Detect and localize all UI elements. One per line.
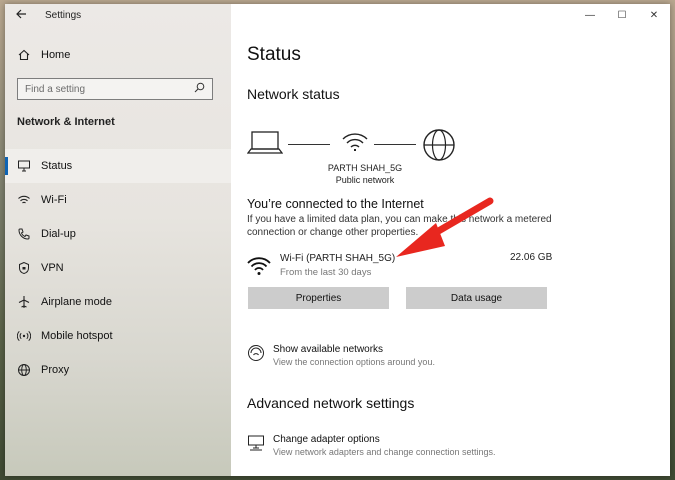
back-button[interactable]: [15, 8, 31, 22]
sidebar-item-vpn[interactable]: VPN: [5, 251, 231, 285]
sidebar-item-label: VPN: [41, 262, 64, 274]
network-type: Public network: [335, 175, 395, 185]
show-networks-title: Show available networks: [273, 344, 384, 355]
sidebar-item-mobile-hotspot[interactable]: Mobile hotspot: [5, 319, 231, 353]
properties-button[interactable]: Properties: [248, 287, 389, 309]
section-label: Network & Internet: [17, 116, 115, 128]
settings-window: Settings Home Find a setting Network & I…: [5, 4, 670, 476]
sidebar: Settings Home Find a setting Network & I…: [5, 4, 231, 476]
change-adapter-link[interactable]: Change adapter options View network adap…: [247, 434, 495, 457]
back-arrow-icon: [16, 9, 26, 19]
connection-row: Wi-Fi (PARTH SHAH_5G) From the last 30 d…: [247, 253, 547, 283]
title-bar: Settings: [5, 4, 231, 28]
close-button[interactable]: ✕: [638, 4, 670, 26]
network-label: PARTH SHAH_5G Public network: [315, 162, 415, 186]
minimize-button[interactable]: —: [574, 4, 606, 26]
search-placeholder: Find a setting: [25, 83, 86, 95]
app-title: Settings: [45, 10, 82, 21]
sidebar-item-airplane-mode[interactable]: Airplane mode: [5, 285, 231, 319]
network-status-diagram: PARTH SHAH_5G Public network: [247, 122, 667, 192]
globe-icon: [17, 363, 31, 377]
sidebar-item-label: Status: [41, 160, 73, 172]
phone-icon: [17, 227, 31, 241]
wifi-icon: [247, 257, 271, 275]
maximize-button[interactable]: ☐: [606, 4, 638, 26]
sidebar-nav: Status Wi-Fi Dial-up VPN Airplane mode M…: [5, 149, 231, 387]
adapter-icon: [248, 435, 264, 451]
vpn-icon: [17, 261, 31, 275]
network-status-heading: Network status: [247, 86, 340, 102]
window-controls: — ☐ ✕: [574, 4, 670, 26]
network-name: PARTH SHAH_5G: [327, 163, 403, 173]
sidebar-item-wifi[interactable]: Wi-Fi: [5, 183, 231, 217]
main-content: — ☐ ✕ Status Network status PARTH SHAH_5…: [231, 4, 670, 476]
home-nav-item[interactable]: Home: [17, 48, 70, 62]
data-usage-value: 22.06 GB: [510, 252, 553, 263]
search-input[interactable]: Find a setting: [17, 78, 213, 100]
wifi-signal-icon: [342, 133, 368, 151]
hotspot-icon: [17, 329, 31, 343]
connection-status-title: You’re connected to the Internet: [247, 197, 424, 211]
sidebar-item-proxy[interactable]: Proxy: [5, 353, 231, 387]
sidebar-item-label: Airplane mode: [41, 296, 112, 308]
sidebar-item-dialup[interactable]: Dial-up: [5, 217, 231, 251]
connection-line: [374, 144, 416, 145]
show-networks-description: View the connection options around you.: [273, 357, 435, 367]
sidebar-item-status[interactable]: Status: [5, 149, 231, 183]
data-usage-button[interactable]: Data usage: [406, 287, 547, 309]
airplane-icon: [17, 295, 31, 309]
show-networks-link[interactable]: Show available networks View the connect…: [247, 344, 435, 367]
sidebar-item-label: Wi-Fi: [41, 194, 67, 206]
home-label: Home: [41, 49, 71, 61]
home-icon: [17, 48, 31, 62]
usage-period: From the last 30 days: [280, 267, 372, 278]
laptop-icon: [247, 131, 283, 154]
sidebar-item-label: Mobile hotspot: [41, 330, 113, 342]
connection-line: [288, 144, 330, 145]
page-title: Status: [247, 44, 301, 65]
advanced-settings-heading: Advanced network settings: [247, 395, 415, 411]
wifi-icon: [17, 193, 31, 207]
sidebar-item-label: Proxy: [41, 364, 70, 376]
network-icon: [248, 345, 264, 361]
change-adapter-title: Change adapter options: [273, 434, 380, 445]
connection-name: Wi-Fi (PARTH SHAH_5G): [280, 253, 396, 264]
search-icon[interactable]: [194, 82, 205, 96]
connection-status-description: If you have a limited data plan, you can…: [247, 214, 552, 238]
sidebar-item-label: Dial-up: [41, 228, 76, 240]
status-icon: [17, 159, 31, 173]
internet-globe-icon: [423, 129, 455, 161]
change-adapter-description: View network adapters and change connect…: [273, 447, 496, 457]
